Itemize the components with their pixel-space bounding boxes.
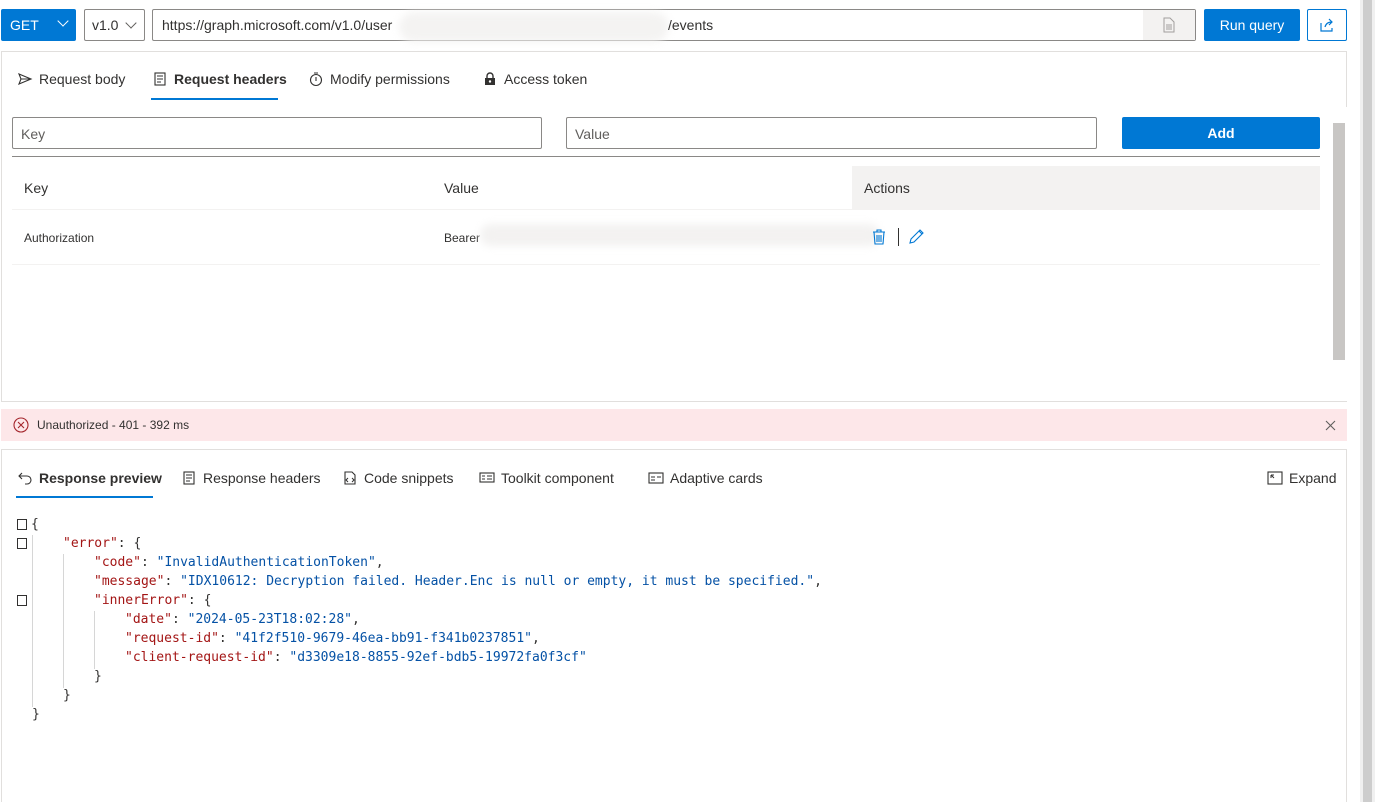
document-icon[interactable] [1143, 10, 1195, 40]
toolkit-icon [479, 472, 495, 483]
json-line: { [31, 517, 39, 532]
chevron-down-icon [125, 17, 137, 29]
tab-response-headers[interactable]: Response headers [181, 468, 321, 488]
json-line: } [63, 688, 71, 703]
version-dropdown[interactable]: v1.0 [84, 9, 145, 41]
close-icon[interactable] [1325, 420, 1336, 431]
actions-separator [898, 228, 899, 246]
chevron-down-icon [57, 15, 69, 27]
json-line: "innerError": { [94, 593, 212, 608]
json-line: "date": "2024-05-23T18:02:28", [125, 612, 360, 627]
share-button[interactable] [1307, 9, 1347, 41]
indent-guide [32, 535, 33, 707]
tab-code-snippets[interactable]: Code snippets [342, 468, 454, 488]
status-text: Unauthorized - 401 - 392 ms [37, 418, 190, 432]
version-label: v1.0 [92, 17, 119, 33]
delete-icon[interactable] [872, 229, 886, 248]
fold-toggle[interactable] [17, 519, 27, 530]
tab-modify-permissions[interactable]: Modify permissions [308, 69, 450, 89]
page-scrollbar-thumb[interactable] [1363, 0, 1372, 802]
url-input[interactable]: https://graph.microsoft.com/v1.0/user /e… [152, 9, 1196, 42]
send-icon [18, 72, 33, 86]
row-divider [12, 209, 1320, 210]
lock-icon [485, 72, 495, 85]
url-suffix: /events [668, 17, 714, 33]
json-line: "message": "IDX10612: Decryption failed.… [94, 574, 822, 589]
actions-header-background [852, 166, 1320, 209]
fold-toggle[interactable] [17, 595, 27, 606]
status-message-bar: Unauthorized - 401 - 392 ms [1, 409, 1347, 441]
request-scrollbar-thumb[interactable] [1333, 123, 1345, 360]
json-line: "code": "InvalidAuthenticationToken", [94, 555, 384, 570]
redacted-url-segment [399, 12, 669, 42]
redacted-token [480, 224, 880, 246]
json-line: "client-request-id": "d3309e18-8855-92ef… [125, 650, 587, 665]
undo-icon [18, 472, 32, 485]
response-panel: Response preview Response headers Code s… [1, 449, 1347, 802]
header-key-input[interactable]: Key [12, 117, 542, 149]
active-tab-indicator [16, 496, 153, 498]
tab-toolkit-component[interactable]: Toolkit component [479, 468, 614, 488]
indent-guide [94, 611, 95, 669]
header-icon [154, 72, 166, 86]
request-panel: Request body Request headers Modify perm… [1, 51, 1347, 402]
expand-icon [1267, 471, 1283, 485]
column-header-value: Value [444, 180, 479, 196]
add-header-button[interactable]: Add [1122, 117, 1320, 149]
json-line: } [32, 707, 40, 722]
header-icon [183, 471, 195, 485]
method-label: GET [10, 17, 39, 33]
column-header-key: Key [24, 180, 49, 196]
header-row-key: Authorization [24, 231, 95, 245]
share-icon [1320, 18, 1333, 32]
run-query-button[interactable]: Run query [1204, 9, 1300, 41]
url-prefix: https://graph.microsoft.com/v1.0/user [162, 17, 393, 33]
tab-adaptive-cards[interactable]: Adaptive cards [648, 468, 763, 488]
column-header-actions: Actions [864, 180, 910, 196]
json-line: "request-id": "41f2f510-9679-46ea-bb91-f… [125, 631, 540, 646]
fold-toggle[interactable] [17, 538, 27, 549]
permissions-icon [309, 72, 323, 87]
active-tab-indicator [151, 98, 278, 100]
json-line: } [94, 669, 102, 684]
tab-request-headers[interactable]: Request headers [152, 69, 287, 89]
tab-request-body[interactable]: Request body [17, 69, 125, 89]
tab-response-preview[interactable]: Response preview [17, 468, 162, 488]
header-row-value: Bearer [444, 231, 481, 245]
error-icon [13, 417, 29, 433]
expand-button[interactable]: Expand [1267, 468, 1336, 488]
json-line: "error": { [63, 536, 142, 551]
http-method-dropdown[interactable]: GET [1, 9, 76, 41]
header-value-input[interactable]: Value [566, 117, 1097, 149]
divider [12, 156, 1320, 157]
card-icon [648, 472, 664, 484]
edit-icon[interactable] [908, 228, 925, 248]
tab-access-token[interactable]: Access token [482, 69, 587, 89]
indent-guide [63, 554, 64, 688]
row-divider [12, 264, 1320, 265]
code-icon [344, 471, 356, 485]
